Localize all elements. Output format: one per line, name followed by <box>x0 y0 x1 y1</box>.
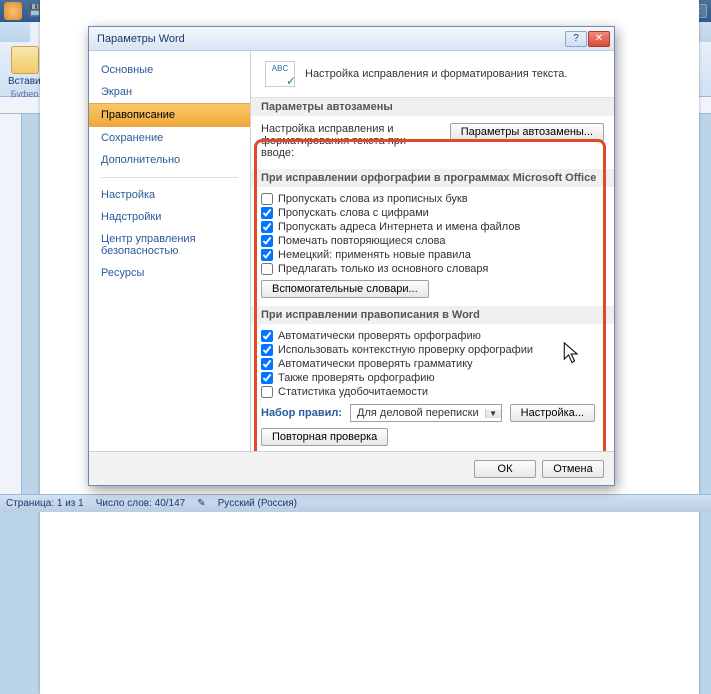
nav-addins[interactable]: Надстройки <box>89 206 250 228</box>
status-page[interactable]: Страница: 1 из 1 <box>6 498 84 509</box>
dialog-titlebar[interactable]: Параметры Word ? ✕ <box>89 27 614 51</box>
chk-readability[interactable]: Статистика удобочитаемости <box>261 385 604 399</box>
section-autocorrect-title: Параметры автозамены <box>251 98 614 116</box>
rules-settings-button[interactable]: Настройка... <box>510 404 595 422</box>
chk-internet[interactable]: Пропускать адреса Интернета и имена файл… <box>261 220 604 234</box>
dialog-footer: ОК Отмена <box>89 451 614 485</box>
section-word-title: При исправлении правописания в Word <box>251 306 614 324</box>
status-language[interactable]: Русский (Россия) <box>218 498 297 509</box>
cancel-button[interactable]: Отмена <box>542 460 604 478</box>
ok-button[interactable]: ОК <box>474 460 536 478</box>
chk-uppercase[interactable]: Пропускать слова из прописных букв <box>261 192 604 206</box>
rules-label: Набор правил: <box>261 407 342 419</box>
rules-value: Для деловой переписки <box>351 407 485 419</box>
chk-german[interactable]: Немецкий: применять новые правила <box>261 248 604 262</box>
chevron-down-icon: ▼ <box>485 409 501 418</box>
chk-mainonly[interactable]: Предлагать только из основного словаря <box>261 262 604 276</box>
dialog-help-button[interactable]: ? <box>565 31 587 47</box>
paste-icon[interactable] <box>11 46 39 74</box>
status-words[interactable]: Число слов: 40/147 <box>96 498 186 509</box>
nav-save[interactable]: Сохранение <box>89 127 250 149</box>
proofing-header: ABC Настройка исправления и форматирован… <box>251 51 614 98</box>
nav-resources[interactable]: Ресурсы <box>89 262 250 284</box>
dialog-title: Параметры Word <box>93 33 564 45</box>
nav-proofing[interactable]: Правописание <box>89 103 250 127</box>
dialog-nav: Основные Экран Правописание Сохранение Д… <box>89 51 251 451</box>
nav-trust[interactable]: Центр управления безопасностью <box>89 228 250 262</box>
nav-general[interactable]: Основные <box>89 59 250 81</box>
word-options-dialog: Параметры Word ? ✕ Основные Экран Правоп… <box>88 26 615 486</box>
office-button[interactable] <box>4 2 22 20</box>
nav-advanced[interactable]: Дополнительно <box>89 149 250 171</box>
proofing-header-text: Настройка исправления и форматирования т… <box>305 68 567 80</box>
custom-dictionaries-button[interactable]: Вспомогательные словари... <box>261 280 429 298</box>
autocorrect-options-button[interactable]: Параметры автозамены... <box>450 123 604 141</box>
dialog-close-button[interactable]: ✕ <box>588 31 610 47</box>
chk-auto-grammar[interactable]: Автоматически проверять грамматику <box>261 357 604 371</box>
paste-label: Вставить <box>8 76 41 87</box>
status-bar: Страница: 1 из 1 Число слов: 40/147 ✎ Ру… <box>0 494 711 512</box>
chk-also-spell[interactable]: Также проверять орфографию <box>261 371 604 385</box>
chk-numbers[interactable]: Пропускать слова с цифрами <box>261 206 604 220</box>
nav-customize[interactable]: Настройка <box>89 184 250 206</box>
chk-repeated[interactable]: Помечать повторяющиеся слова <box>261 234 604 248</box>
recheck-button[interactable]: Повторная проверка <box>261 428 388 446</box>
section-office-title: При исправлении орфографии в программах … <box>251 169 614 187</box>
vertical-ruler[interactable] <box>0 114 22 494</box>
autocorrect-description: Настройка исправления и форматирования т… <box>261 123 442 159</box>
status-proof-icon[interactable]: ✎ <box>197 498 205 509</box>
dialog-main: ABC Настройка исправления и форматирован… <box>251 51 614 451</box>
chk-context-spell[interactable]: Использовать контекстную проверку орфогр… <box>261 343 604 357</box>
rules-combo[interactable]: Для деловой переписки ▼ <box>350 404 502 422</box>
nav-display[interactable]: Экран <box>89 81 250 103</box>
abc-icon: ABC <box>265 61 295 87</box>
chk-auto-spell[interactable]: Автоматически проверять орфографию <box>261 329 604 343</box>
